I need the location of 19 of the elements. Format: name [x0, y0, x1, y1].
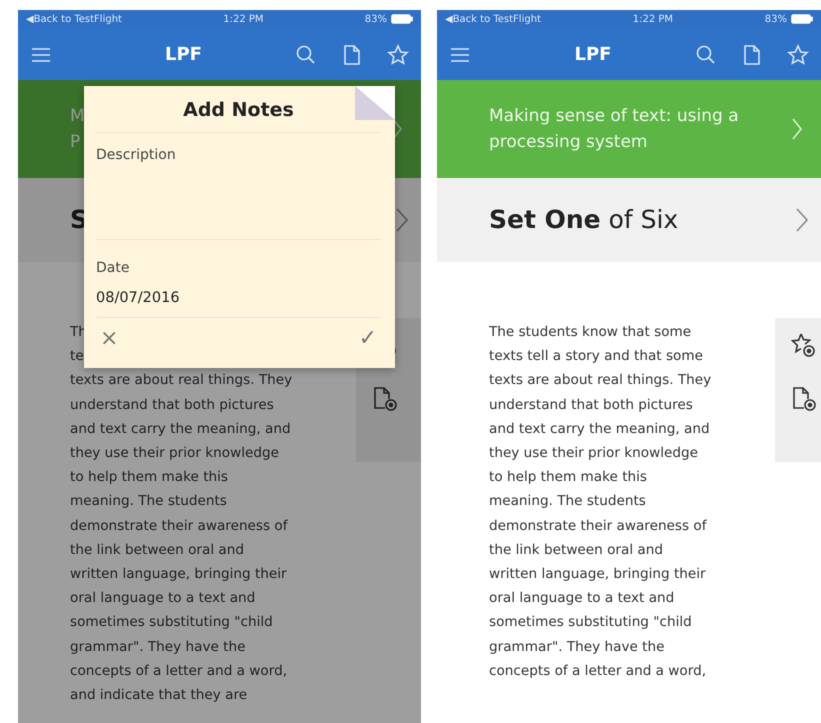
field-label: Description: [96, 146, 177, 165]
text-fragment: te: [70, 347, 84, 366]
confirm-button[interactable]: ✓: [354, 328, 381, 350]
description-text: texts are about real things. They understand that both pictures and text carry the meaning, and they use their prior knowledge to help them make this meaning. The students demonstrate their awareness of the link between oral and written language, bringing their oral language to a text and sometimes substituting "child grammar". They have the concepts of a letter and a word, and indicate that they are: [70, 371, 294, 706]
status-time: 1:22 PM: [223, 12, 264, 26]
field-label: Date: [96, 259, 130, 278]
date-field[interactable]: 08/07/2016: [96, 287, 381, 309]
battery-percent: 83%: [364, 12, 387, 26]
battery-percent: 83%: [764, 12, 787, 26]
description-text: The students know that some texts tell a story and that some texts are about real things. They understand that both pictures and text carry the meaning, and they use their prior knowledge to help them make this meaning. The students demonstrate their awareness of the link between oral and written language, bringing their oral language to a text and sometimes substituting "child grammar". They have the concepts of a letter and a word,: [489, 323, 712, 681]
back-link[interactable]: ◀Back to TestFlight: [445, 12, 541, 26]
cancel-button[interactable]: ×: [96, 328, 122, 350]
app-title: LPF: [574, 42, 612, 66]
status-time: 1:22 PM: [632, 12, 674, 26]
set-title: Set One of Six: [489, 204, 678, 236]
dialog-title: Add Notes: [182, 98, 295, 123]
app-title: LPF: [164, 42, 203, 66]
back-link[interactable]: ◀Back to TestFlight: [26, 12, 122, 26]
banner-title[interactable]: M P: [70, 103, 85, 155]
